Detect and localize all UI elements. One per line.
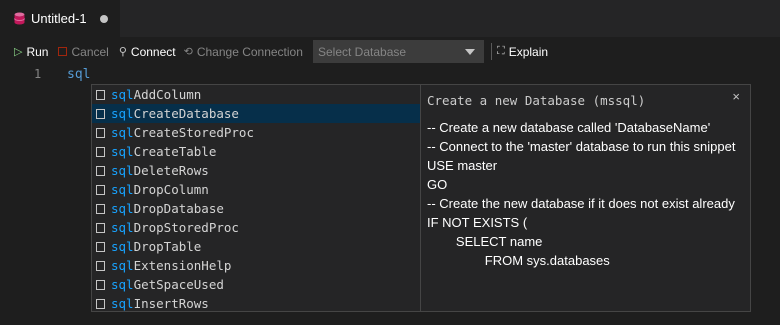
suggestion-label: ExtensionHelp — [133, 258, 232, 273]
suggestion-label: CreateDatabase — [133, 106, 239, 121]
snippet-icon — [96, 165, 105, 176]
cancel-label: Cancel — [71, 44, 109, 59]
suggestion-label: DeleteRows — [133, 163, 209, 178]
run-label: Run — [26, 44, 49, 59]
tab-title: Untitled-1 — [31, 11, 87, 26]
connect-label: Connect — [130, 44, 176, 59]
editor-tab[interactable]: Untitled-1 — [0, 0, 120, 37]
change-connection-button[interactable]: ⟲ Change Connection — [184, 45, 303, 59]
code-line[interactable]: sql — [67, 66, 90, 84]
suggestion-item[interactable]: sql CreateStoredProc — [92, 123, 420, 142]
suggestion-item[interactable]: sql CreateTable — [92, 142, 420, 161]
snippet-icon — [96, 298, 105, 309]
suggestion-details: Create a new Database (mssql) × -- Creat… — [420, 84, 751, 312]
suggestion-item[interactable]: sql DropTable — [92, 237, 420, 256]
unsaved-dot-icon[interactable] — [99, 14, 108, 23]
cancel-button[interactable]: Cancel — [58, 44, 109, 59]
tab-strip: Untitled-1 — [0, 0, 780, 37]
snippet-icon — [96, 146, 105, 157]
connect-button[interactable]: ⚲ Connect — [119, 45, 176, 59]
suggestion-match-prefix: sql — [111, 258, 134, 273]
details-body: -- Create a new database called 'Databas… — [427, 120, 736, 268]
suggestion-match-prefix: sql — [111, 220, 134, 235]
change-connection-icon: ⟲ — [183, 46, 193, 58]
suggestion-label: AddColumn — [133, 87, 202, 102]
snippet-icon — [96, 89, 105, 100]
chevron-down-icon — [465, 49, 475, 55]
suggestion-item[interactable]: sql AddColumn — [92, 85, 420, 104]
suggestion-match-prefix: sql — [111, 296, 134, 311]
details-title: Create a new Database (mssql) — [427, 93, 646, 108]
suggestion-label: GetSpaceUsed — [133, 277, 224, 292]
snippet-icon — [96, 241, 105, 252]
suggestion-label: DropDatabase — [133, 201, 224, 216]
suggestion-match-prefix: sql — [111, 277, 134, 292]
suggestion-match-prefix: sql — [111, 106, 134, 121]
suggest-widget: sql AddColumn sql CreateDatabase sql CreateSt… — [91, 84, 421, 312]
suggestion-match-prefix: sql — [111, 239, 134, 254]
select-database-dropdown[interactable]: Select Database — [313, 40, 484, 63]
suggestion-item[interactable]: sql ExtensionHelp — [92, 256, 420, 275]
line-number: 1 — [34, 67, 42, 81]
suggestion-item[interactable]: sql DeleteRows — [92, 161, 420, 180]
suggestion-item[interactable]: sql DropDatabase — [92, 199, 420, 218]
play-icon: ▷ — [14, 46, 23, 58]
suggestion-list: sql AddColumn sql CreateDatabase sql CreateSt… — [92, 85, 420, 311]
explain-icon: ⛶ — [497, 45, 505, 57]
snippet-icon — [96, 108, 105, 119]
suggestion-label: CreateTable — [133, 144, 217, 159]
snippet-icon — [96, 184, 105, 195]
change-connection-label: Change Connection — [196, 44, 303, 59]
suggestion-item[interactable]: sql CreateDatabase — [92, 104, 420, 123]
suggestion-item[interactable]: sql DropStoredProc — [92, 218, 420, 237]
suggestion-label: CreateStoredProc — [133, 125, 254, 140]
explain-button[interactable]: ⛶ Explain — [497, 37, 548, 66]
suggestion-match-prefix: sql — [111, 182, 134, 197]
snippet-icon — [96, 260, 105, 271]
snippet-icon — [96, 222, 105, 233]
select-database-value: Select Database — [318, 44, 407, 59]
snippet-icon — [96, 203, 105, 214]
snippet-icon — [96, 279, 105, 290]
snippet-icon — [96, 127, 105, 138]
close-icon[interactable]: × — [732, 89, 740, 104]
database-icon — [14, 12, 25, 25]
suggestion-match-prefix: sql — [111, 163, 134, 178]
suggestion-match-prefix: sql — [111, 144, 134, 159]
suggestion-match-prefix: sql — [111, 125, 134, 140]
run-button[interactable]: ▷ Run — [14, 45, 48, 59]
stop-icon — [58, 47, 68, 56]
toolbar-divider — [491, 43, 492, 60]
suggestion-item[interactable]: sql DropColumn — [92, 180, 420, 199]
suggestion-label: DropStoredProc — [133, 220, 239, 235]
suggestion-label: InsertRows — [133, 296, 209, 311]
suggestion-item[interactable]: sql GetSpaceUsed — [92, 275, 420, 294]
suggestion-match-prefix: sql — [111, 201, 134, 216]
query-toolbar: ▷ Run Cancel ⚲ Connect ⟲ Change Connecti… — [0, 37, 780, 66]
explain-label: Explain — [508, 44, 549, 59]
suggestion-label: DropTable — [133, 239, 202, 254]
plug-icon: ⚲ — [118, 46, 127, 58]
suggestion-label: DropColumn — [133, 182, 209, 197]
suggestion-item[interactable]: sql InsertRows — [92, 294, 420, 311]
suggestion-match-prefix: sql — [111, 87, 134, 102]
